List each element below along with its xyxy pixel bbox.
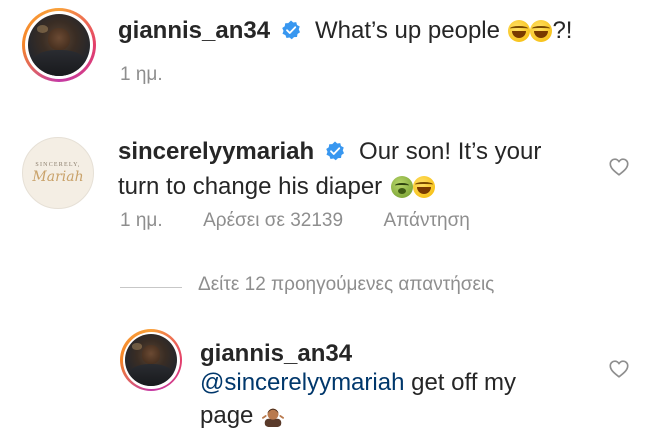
comment-body: sincerelyymariah Our son! It’s your turn… [118, 137, 598, 202]
reply-author-avatar[interactable] [120, 329, 182, 391]
reply-mention-link[interactable]: @sincerelyymariah [200, 369, 404, 396]
replies-divider [120, 287, 182, 288]
grinning-squinting-face-emoji [508, 20, 531, 42]
reply-username[interactable]: giannis_an34 [200, 340, 600, 368]
reply-like-heart-icon[interactable] [608, 358, 630, 380]
comment-text-line1: Our son! It’s your [359, 138, 542, 165]
comment-timestamp[interactable]: 1 ημ. [120, 210, 163, 231]
avatar-brand-text: SINCERELY, [35, 161, 81, 168]
nauseated-face-emoji [390, 176, 413, 198]
comment-text-line2: turn to change his diaper [118, 173, 383, 200]
comment-like-heart-icon[interactable] [608, 156, 630, 178]
view-previous-replies-button[interactable]: Δείτε 12 προηγούμενες απαντήσεις [198, 274, 494, 296]
profile-photo [125, 334, 177, 386]
post-caption: What’s up people [314, 17, 500, 44]
reply-text-rest: get off my [404, 369, 517, 396]
comment-likes-count[interactable]: Αρέσει σε 32139 [203, 210, 343, 231]
comment-username[interactable]: sincerelyymariah [118, 138, 314, 165]
post-timestamp[interactable]: 1 ημ. [120, 64, 163, 86]
reply-body: giannis_an34 @sincerelyymariah get off m… [200, 340, 600, 434]
post-caption-suffix: ?! [552, 17, 573, 44]
commenter-avatar[interactable]: SINCERELY, Mariah [22, 137, 94, 209]
post-caption-row: giannis_an34 What’s up people ?! [118, 16, 572, 46]
comment-reply-button[interactable]: Απάντηση [384, 210, 470, 231]
avatar-brand-script: Mariah [32, 168, 84, 185]
profile-photo [28, 14, 90, 76]
verified-badge-icon [325, 141, 344, 161]
reply-text-line2: page [200, 402, 254, 429]
person-shrugging-emoji [261, 408, 284, 427]
comment-meta-row: 1 ημ. Αρέσει σε 32139 Απάντηση [120, 210, 470, 232]
post-username[interactable]: giannis_an34 [118, 17, 270, 44]
grinning-squinting-face-emoji [412, 176, 435, 198]
post-author-avatar[interactable] [22, 8, 96, 82]
grinning-squinting-face-emoji [530, 20, 553, 42]
verified-badge-icon [281, 20, 300, 40]
